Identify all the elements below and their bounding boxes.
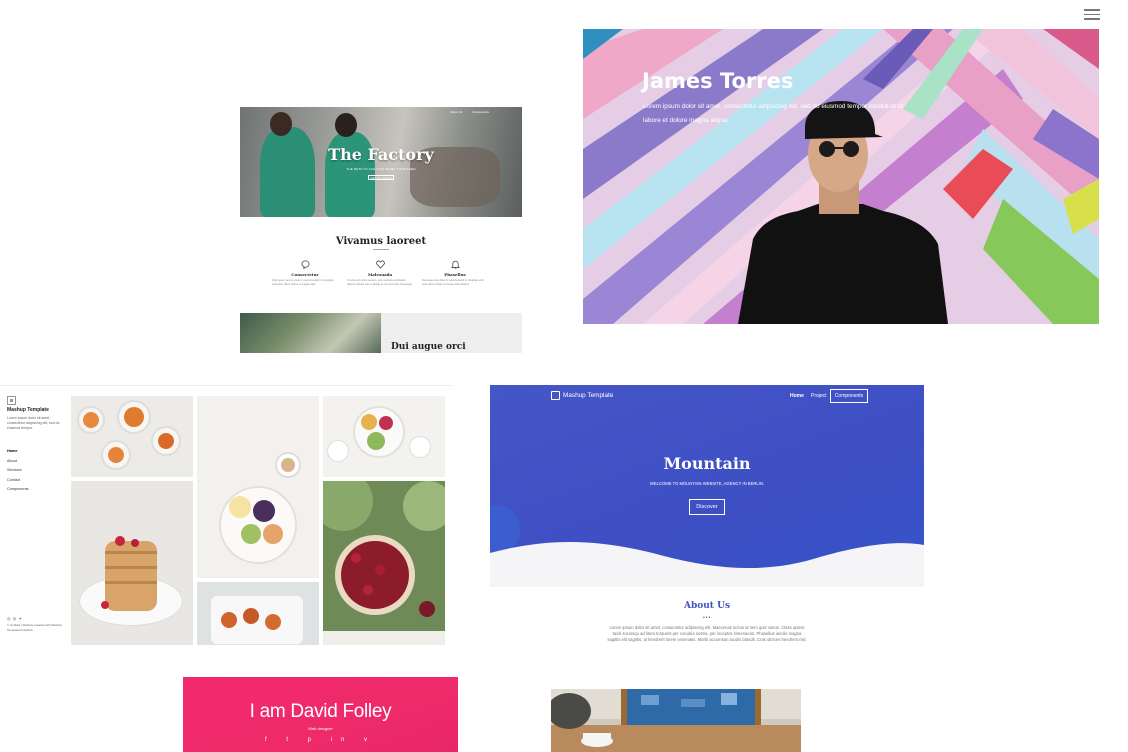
chat-bubble-icon — [272, 260, 338, 270]
menu-bar — [1084, 9, 1100, 11]
template-thumbnail-david-folley[interactable]: I am David Folley Web designer f t p in … — [183, 677, 458, 752]
hero-title: I am David Folley — [249, 701, 392, 722]
feature-card: Phasellus Duis aute irure dolor in repre… — [422, 260, 488, 286]
template-thumbnail-food-grid[interactable]: Mashup Template Lorem ipsum dolor sit am… — [0, 385, 452, 647]
feature-card: Malesuada Ut enim ad minim veniam, quis … — [347, 260, 413, 286]
twitter-icon[interactable]: t — [286, 737, 297, 743]
template-thumbnail-factory[interactable]: About Us Components The Factory THE BEST… — [240, 107, 522, 353]
logo-icon — [7, 396, 16, 405]
factory-subtitle: THE BEST PLACE FOR WORK TOGETHER — [346, 167, 416, 171]
desk-photo — [551, 689, 801, 752]
feature-text: Ut enim ad minim veniam, quis nostrud ex… — [347, 279, 413, 286]
factory-bottom-image — [240, 313, 381, 353]
sidebar-description: Lorem ipsum dolor sit amet, consectetur … — [7, 416, 60, 430]
nav-home[interactable]: Home — [790, 393, 804, 399]
factory-nav-components[interactable]: Components — [472, 110, 489, 114]
bell-icon — [422, 260, 488, 270]
template-thumbnail-mountain[interactable]: Mashup Template Home Project Components … — [490, 385, 924, 670]
mountain-title: Mountain — [663, 454, 751, 473]
hero-role: Web designer — [308, 726, 333, 731]
menu-bar — [1084, 18, 1100, 20]
hero-text: Lorem ipsum dolor sit amet, consectetur … — [643, 103, 904, 124]
about-title: About Us — [683, 601, 731, 611]
hero-title: James Torres — [642, 69, 794, 93]
linkedin-icon[interactable]: in — [331, 737, 354, 743]
social-icons: f t p in v — [183, 737, 458, 743]
mountain-subtitle: WELCOME TO MOUNTAIN WEBSITE, AGENCY IN B… — [649, 481, 765, 486]
feature-name: Malesuada — [367, 272, 393, 277]
sidebar-item-services[interactable]: Services — [7, 468, 29, 478]
discover-button[interactable]: Discover — [689, 499, 725, 515]
vimeo-icon[interactable]: v — [364, 737, 376, 743]
heart-icon — [347, 260, 413, 270]
about-text: Lorem ipsum dolor sit amet, consectetur … — [607, 625, 807, 642]
feature-card: Consectetur Quis quam nam in ipsum in re… — [272, 260, 338, 286]
sidebar-item-about[interactable]: About — [7, 459, 29, 469]
hamburger-menu-icon[interactable] — [1084, 9, 1100, 21]
pinterest-icon[interactable]: p — [308, 737, 320, 743]
divider — [373, 249, 389, 250]
template-thumbnail-james-torres[interactable]: James Torres Lorem ipsum dolor sit amet,… — [583, 29, 1099, 324]
feature-name: Consectetur — [291, 272, 319, 277]
nav-project[interactable]: Project — [811, 393, 827, 399]
gallery-image[interactable] — [71, 481, 193, 645]
about-dots: ••• — [703, 615, 712, 621]
facebook-icon[interactable]: f — [265, 737, 276, 743]
wave-divider — [490, 541, 924, 587]
social-icons: ◎ ◎ ✦ — [7, 616, 22, 621]
gallery-image[interactable] — [323, 481, 445, 645]
sidebar-footer: © Untitled | Website created with Mashup… — [7, 623, 62, 632]
factory-section-title: Vivamus laoreet — [335, 236, 427, 247]
factory-bottom-title: Dui augue orci — [391, 342, 466, 352]
sidebar-item-contact[interactable]: Contact — [7, 478, 29, 488]
sidebar-brand: Mashup Template — [7, 407, 49, 413]
sidebar-nav: Home About Services Contact Components — [7, 449, 29, 497]
gallery-image[interactable] — [197, 582, 319, 645]
gallery-image[interactable] — [323, 396, 445, 477]
factory-nav-about[interactable]: About Us — [450, 110, 462, 114]
factory-title: The Factory — [328, 145, 434, 164]
menu-bar — [1084, 13, 1100, 15]
logo-icon — [551, 391, 560, 400]
template-thumbnail-desk[interactable] — [551, 689, 801, 752]
feature-text: Duis aute irure dolor in reprehenderit i… — [422, 279, 484, 286]
feature-name: Phasellus — [444, 272, 466, 277]
divider — [0, 385, 452, 386]
feature-text: Quis quam nam in ipsum in reprehenderit … — [272, 279, 334, 286]
sidebar-item-home[interactable]: Home — [7, 449, 29, 459]
factory-cta-button[interactable]: GET IN TOUCH — [368, 175, 394, 180]
twitter-icon[interactable]: ✦ — [18, 616, 21, 621]
instagram-icon[interactable]: ◎ — [7, 616, 11, 621]
nav-components-button[interactable]: Components — [830, 389, 868, 403]
mountain-brand[interactable]: Mashup Template — [563, 392, 613, 399]
dribbble-icon[interactable]: ◎ — [13, 616, 17, 621]
gallery-image[interactable] — [197, 396, 319, 578]
sidebar-item-components[interactable]: Components — [7, 487, 29, 497]
gallery-image[interactable] — [71, 396, 193, 477]
factory-hero-image: About Us Components The Factory THE BEST… — [240, 107, 522, 217]
